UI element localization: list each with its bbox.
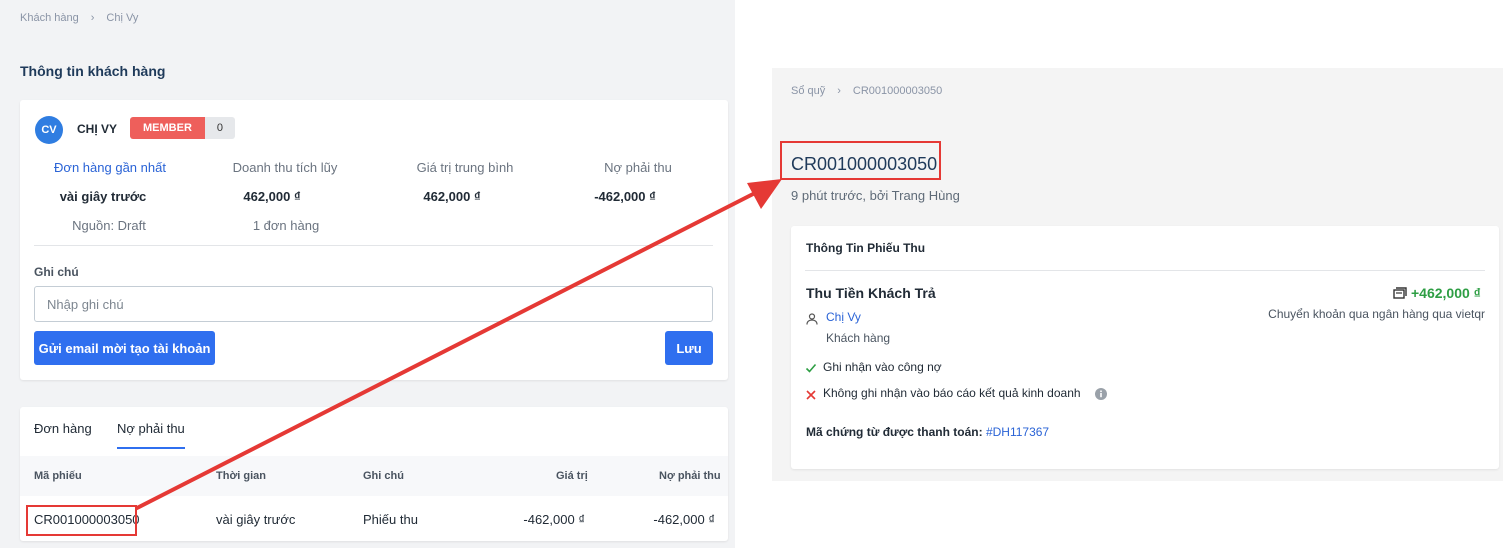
annotation-arrow — [135, 179, 782, 510]
